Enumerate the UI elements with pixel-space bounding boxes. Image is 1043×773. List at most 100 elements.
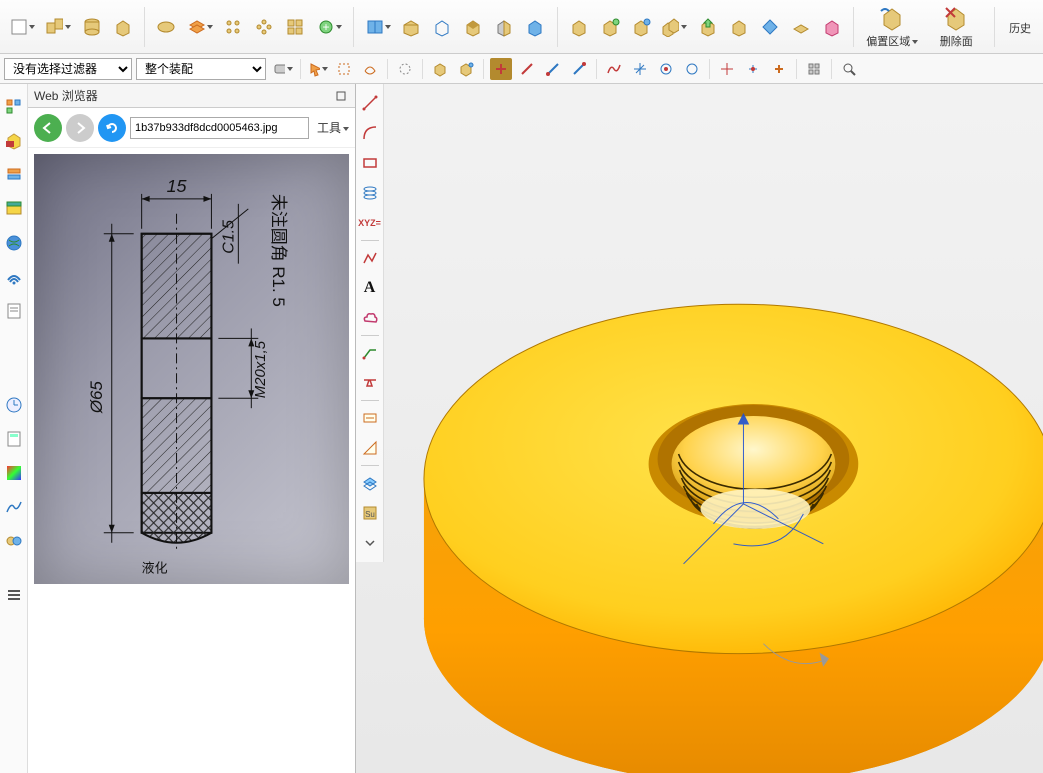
axis-icon[interactable] — [629, 58, 651, 80]
svg-text:Su: Su — [365, 510, 375, 519]
poly-icon[interactable] — [394, 58, 416, 80]
svg-text:C1.5: C1.5 — [220, 220, 237, 254]
rail-color-icon[interactable] — [3, 462, 25, 484]
wire-cube-icon[interactable] — [431, 13, 454, 41]
rail-wifi-icon[interactable] — [3, 266, 25, 288]
url-input[interactable] — [130, 117, 309, 139]
vt-arc-icon[interactable] — [359, 122, 381, 144]
vt-xyz-icon[interactable]: XYZ= — [359, 212, 381, 234]
diag-icon[interactable] — [542, 58, 564, 80]
vt-angle-icon[interactable] — [359, 437, 381, 459]
svg-text:+: + — [322, 20, 329, 34]
grid-sm-icon[interactable] — [803, 58, 825, 80]
rot2-icon[interactable] — [681, 58, 703, 80]
panel-nav: 工具 — [28, 108, 355, 148]
delete-face-button[interactable]: 删除面 — [928, 1, 984, 53]
web-browser-panel: Web 浏览器 工具 — [28, 84, 356, 773]
iso-cube-icon[interactable] — [567, 13, 590, 41]
rail-calc-icon[interactable] — [3, 428, 25, 450]
vt-layer-icon[interactable] — [359, 472, 381, 494]
layers-icon[interactable] — [186, 13, 214, 41]
rail-clock-icon[interactable] — [3, 394, 25, 416]
back-button[interactable] — [34, 114, 62, 142]
toolbar-mid: 没有选择过滤器 整个装配 — [0, 54, 1043, 84]
vt-coil-icon[interactable] — [359, 182, 381, 204]
vt-cloud-icon[interactable] — [359, 307, 381, 329]
new-sheet-icon[interactable] — [8, 13, 36, 41]
search-icon[interactable] — [838, 58, 860, 80]
svg-text:液化: 液化 — [142, 561, 168, 576]
vt-line-icon[interactable] — [359, 92, 381, 114]
grid-icon[interactable] — [284, 13, 307, 41]
pick-icon[interactable] — [307, 58, 329, 80]
box-open-icon[interactable] — [400, 13, 423, 41]
cross-red-icon[interactable] — [490, 58, 512, 80]
rail-wave-icon[interactable] — [3, 496, 25, 518]
vt-text-icon[interactable]: A — [359, 277, 381, 299]
diamond-icon[interactable] — [758, 13, 781, 41]
plus-icon[interactable] — [768, 58, 790, 80]
offset-region-label: 偏置区域 — [866, 36, 910, 48]
rail-note-icon[interactable] — [3, 300, 25, 322]
wave-icon[interactable] — [603, 58, 625, 80]
plus-shape-icon[interactable]: + — [315, 13, 343, 41]
refresh-button[interactable] — [98, 114, 126, 142]
vt-chevron-icon[interactable] — [359, 532, 381, 554]
rail-earth-icon[interactable] — [3, 232, 25, 254]
plus-dot-icon[interactable] — [742, 58, 764, 80]
pin-icon[interactable] — [333, 88, 349, 104]
iso-cube3-icon[interactable] — [629, 13, 652, 41]
vt-polyline-icon[interactable] — [359, 247, 381, 269]
book-icon[interactable] — [364, 13, 392, 41]
rail-cube-icon[interactable] — [3, 130, 25, 152]
dash-red-icon[interactable] — [516, 58, 538, 80]
blue-cube-icon[interactable] — [524, 13, 547, 41]
vt-dim-icon[interactable] — [359, 407, 381, 429]
assembly-combo[interactable]: 整个装配 — [136, 58, 266, 80]
body: Web 浏览器 工具 — [0, 84, 1043, 773]
rail-tree-icon[interactable] — [3, 96, 25, 118]
diag2-icon[interactable] — [568, 58, 590, 80]
vt-gear-icon[interactable]: Su — [359, 502, 381, 524]
panel-header: Web 浏览器 — [28, 84, 355, 108]
target-icon[interactable] — [716, 58, 738, 80]
cylinder-icon[interactable] — [80, 13, 103, 41]
svg-text:15: 15 — [167, 176, 188, 196]
iso-cube2-icon[interactable] — [598, 13, 621, 41]
rail-advance-icon[interactable] — [3, 530, 25, 552]
join-cube-icon[interactable] — [660, 13, 688, 41]
box-unfold-icon[interactable] — [44, 13, 72, 41]
arrow-cube-icon[interactable] — [696, 13, 719, 41]
half-cube-icon[interactable] — [493, 13, 516, 41]
box-pick-icon[interactable] — [333, 58, 355, 80]
history-button[interactable]: 历史 — [1005, 1, 1035, 53]
vt-leader-icon[interactable] — [359, 342, 381, 364]
cube-icon[interactable] — [111, 13, 134, 41]
vt-rect-icon[interactable] — [359, 152, 381, 174]
box-tan-icon[interactable] — [727, 13, 750, 41]
tools-dropdown[interactable]: 工具 — [317, 119, 349, 136]
dots2-icon[interactable] — [253, 13, 276, 41]
cube2-icon[interactable] — [455, 58, 477, 80]
panel-image: 15 C1.5 未注圆角 R1. 5 M20x1,5 — [28, 148, 355, 773]
viewport-toolbar: XYZ= A Su — [356, 84, 384, 562]
filter-combo[interactable]: 没有选择过滤器 — [4, 58, 132, 80]
rail-stack-icon[interactable] — [3, 164, 25, 186]
cap-icon[interactable] — [155, 13, 178, 41]
dots1-icon[interactable] — [222, 13, 245, 41]
rot-icon[interactable] — [655, 58, 677, 80]
forward-button[interactable] — [66, 114, 94, 142]
history-label: 历史 — [1009, 20, 1031, 36]
toggle-icon[interactable] — [272, 58, 294, 80]
viewport: XYZ= A Su — [356, 84, 1043, 773]
shaded-cube-icon[interactable] — [462, 13, 485, 41]
lasso-icon[interactable] — [359, 58, 381, 80]
3d-scene[interactable] — [384, 84, 1043, 773]
box-pink-icon[interactable] — [820, 13, 843, 41]
offset-region-button[interactable]: 偏置区域 — [864, 1, 920, 53]
rail-part-icon[interactable] — [3, 198, 25, 220]
cube1-icon[interactable] — [429, 58, 451, 80]
vt-zigzag-icon[interactable] — [359, 372, 381, 394]
flat-icon[interactable] — [789, 13, 812, 41]
rail-menu-icon[interactable] — [3, 584, 25, 606]
